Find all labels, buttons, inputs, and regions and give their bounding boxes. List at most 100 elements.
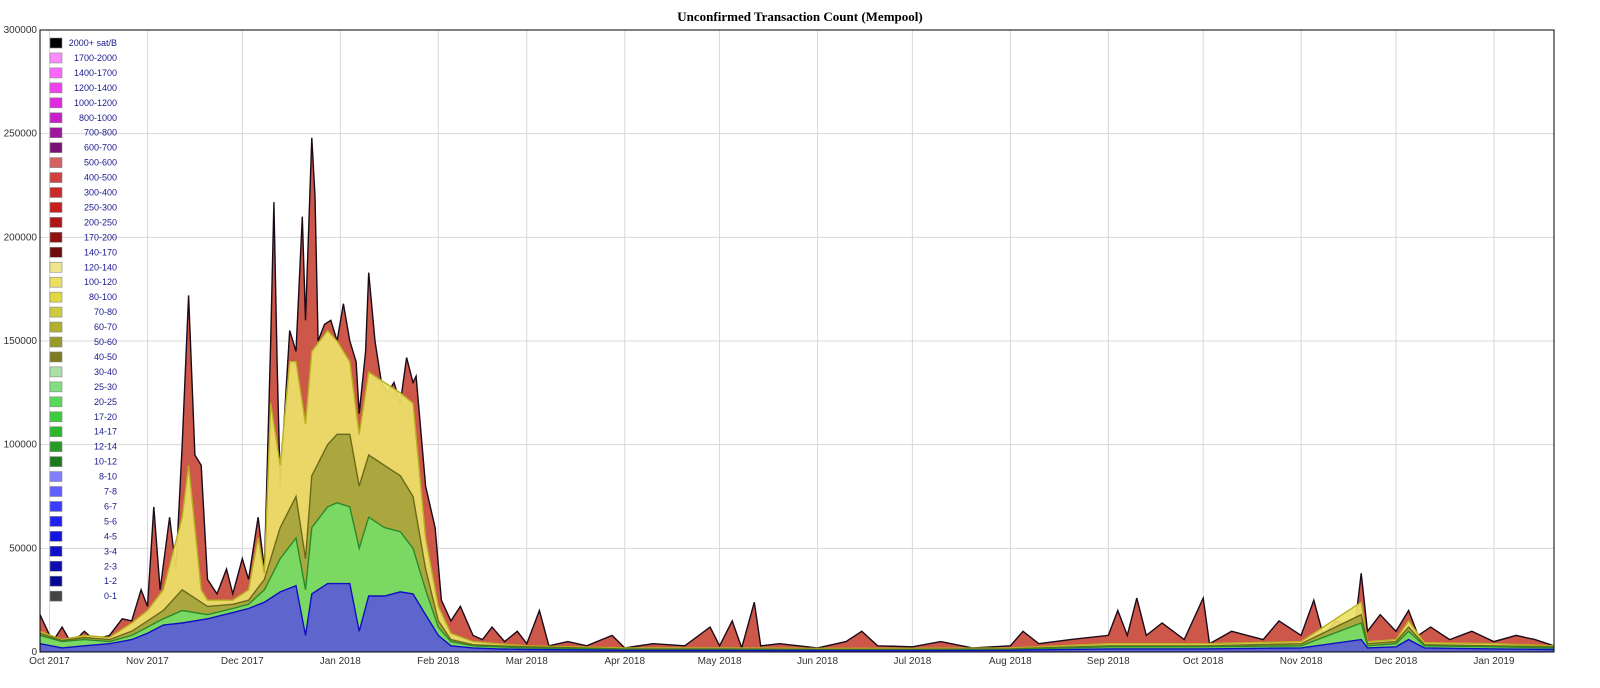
bands-layer — [39, 137, 1555, 653]
legend-swatch — [49, 516, 63, 527]
mempool-chart: 050000100000150000200000250000300000Oct … — [4, 25, 1555, 667]
legend-label: 700-800 — [84, 128, 117, 138]
legend-entry: 2000+ sat/B — [49, 37, 117, 49]
legend-label: 2-3 — [104, 561, 117, 571]
legend-entry: 14-17 — [49, 426, 117, 438]
legend-entry: 6-7 — [49, 501, 117, 512]
y-tick-label: 200000 — [4, 232, 38, 243]
legend-label: 120-140 — [84, 262, 117, 272]
legend-label: 5-6 — [104, 516, 117, 526]
legend-swatch — [49, 456, 63, 467]
x-tick-label: Nov 2018 — [1280, 656, 1323, 667]
legend-swatch — [49, 321, 63, 333]
legend-entry: 1400-1700 — [49, 67, 117, 79]
legend-swatch — [49, 531, 63, 542]
legend-label: 200-250 — [84, 217, 117, 227]
legend-entry: 200-250 — [49, 217, 117, 228]
legend-entry: 300-400 — [49, 187, 117, 198]
legend-swatch — [49, 291, 63, 303]
legend-entry: 30-40 — [49, 366, 117, 378]
x-tick-label: Apr 2018 — [604, 656, 645, 667]
legend-entry: 700-800 — [49, 127, 117, 138]
x-tick-label: Jan 2018 — [320, 656, 362, 667]
legend-label: 1700-2000 — [74, 53, 117, 63]
legend-entry: 800-1000 — [49, 112, 117, 124]
legend-swatch — [49, 411, 63, 423]
legend-label: 100-120 — [84, 277, 117, 287]
legend-entry: 40-50 — [49, 351, 117, 363]
legend-label: 12-14 — [94, 442, 117, 452]
legend-label: 8-10 — [99, 472, 117, 482]
x-tick-label: Dec 2018 — [1375, 656, 1418, 667]
legend-entry: 140-170 — [49, 247, 117, 258]
legend-label: 25-30 — [94, 382, 117, 392]
legend-entry: 8-10 — [49, 471, 117, 482]
legend-entry: 1000-1200 — [49, 97, 117, 109]
legend-swatch — [49, 426, 63, 438]
legend-swatch — [49, 52, 63, 64]
legend-swatch — [49, 396, 63, 408]
legend-entry: 1-2 — [49, 575, 117, 587]
legend-label: 1200-1400 — [74, 83, 117, 93]
legend-entry: 17-20 — [49, 411, 117, 423]
legend-swatch — [49, 486, 63, 497]
legend-entry: 60-70 — [49, 321, 117, 333]
legend-entry: 0-1 — [49, 590, 117, 602]
legend-entry: 3-4 — [49, 545, 117, 557]
legend-label: 2000+ sat/B — [69, 38, 117, 48]
x-tick-label: Feb 2018 — [417, 656, 460, 667]
axes-layer: 050000100000150000200000250000300000Oct … — [4, 25, 1555, 667]
legend-label: 80-100 — [89, 292, 117, 302]
legend-swatch — [49, 575, 63, 587]
x-tick-label: Sep 2018 — [1087, 656, 1130, 667]
legend-label: 800-1000 — [79, 113, 117, 123]
legend-label: 1-2 — [104, 576, 117, 586]
legend-swatch — [49, 560, 63, 572]
legend-swatch — [49, 336, 63, 348]
legend-swatch — [49, 82, 63, 94]
x-tick-label: Jan 2019 — [1473, 656, 1515, 667]
legend-entry: 4-5 — [49, 531, 117, 542]
y-tick-label: 100000 — [4, 440, 38, 451]
legend-swatch — [49, 172, 63, 183]
legend-swatch — [49, 351, 63, 363]
legend-swatch — [49, 97, 63, 109]
legend-swatch — [49, 187, 63, 198]
y-tick-label: 250000 — [4, 129, 38, 140]
x-tick-label: Oct 2018 — [1183, 656, 1224, 667]
legend-entry: 120-140 — [49, 261, 117, 273]
legend-entry: 500-600 — [49, 157, 117, 168]
x-tick-label: Oct 2017 — [29, 656, 70, 667]
legend-label: 300-400 — [84, 188, 117, 198]
legend-label: 10-12 — [94, 457, 117, 467]
legend-entry: 250-300 — [49, 202, 117, 213]
legend-swatch — [49, 157, 63, 168]
y-tick-label: 300000 — [4, 25, 38, 36]
legend-swatch — [49, 306, 63, 318]
legend-swatch — [49, 545, 63, 557]
x-tick-label: Mar 2018 — [506, 656, 549, 667]
legend-entry: 12-14 — [49, 441, 117, 452]
legend-entry: 10-12 — [49, 456, 117, 467]
legend-label: 250-300 — [84, 202, 117, 212]
x-tick-label: Aug 2018 — [989, 656, 1032, 667]
legend-entry: 70-80 — [49, 306, 117, 318]
legend-swatch — [49, 112, 63, 124]
legend-swatch — [49, 471, 63, 482]
x-tick-label: Nov 2017 — [126, 656, 169, 667]
legend-label: 600-700 — [84, 143, 117, 153]
legend-label: 50-60 — [94, 337, 117, 347]
legend: 2000+ sat/B 1700-2000 1400-1700 1200-1400 10… — [49, 37, 117, 602]
legend-label: 6-7 — [104, 501, 117, 511]
legend-label: 30-40 — [94, 367, 117, 377]
legend-swatch — [49, 276, 63, 288]
legend-label: 400-500 — [84, 173, 117, 183]
legend-swatch — [49, 381, 63, 393]
x-tick-label: May 2018 — [698, 656, 742, 667]
legend-label: 170-200 — [84, 232, 117, 242]
legend-swatch — [49, 501, 63, 512]
legend-label: 0-1 — [104, 591, 117, 601]
legend-entry: 25-30 — [49, 381, 117, 393]
legend-label: 1000-1200 — [74, 98, 117, 108]
legend-label: 70-80 — [94, 307, 117, 317]
